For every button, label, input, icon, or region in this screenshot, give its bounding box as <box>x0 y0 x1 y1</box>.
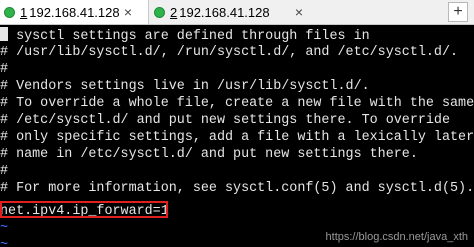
terminal-line-text: # sysctl settings are defined through fi… <box>0 29 370 44</box>
tab-session-2[interactable]: 2 192.168.41.128 × <box>150 0 310 24</box>
highlight-box <box>0 201 168 218</box>
terminal-line: # Vendors settings live in /usr/lib/sysc… <box>0 79 370 94</box>
close-tab-icon[interactable]: × <box>120 4 136 20</box>
tab-session-1[interactable]: 1 192.168.41.128 × <box>0 0 149 24</box>
terminal-line: # <box>0 62 9 77</box>
terminal-line: # only specific settings, add a file wit… <box>0 130 474 145</box>
terminal-line: # <box>0 164 9 179</box>
tab-host-label: 192.168.41.128 <box>29 4 120 20</box>
tab-host-label: 192.168.41.128 <box>179 4 270 20</box>
terminal-output[interactable]: # sysctl settings are defined through fi… <box>0 25 474 247</box>
terminal-line: # sysctl settings are defined through fi… <box>0 27 370 44</box>
terminal-line: # /usr/lib/sysctl.d/, /run/sysctl.d/, an… <box>0 45 459 60</box>
terminal-line: # name in /etc/sysctl.d/ and put new set… <box>0 147 418 162</box>
terminal-line: # /etc/sysctl.d/ and put new settings th… <box>0 113 450 128</box>
terminal-line: # For more information, see sysctl.conf(… <box>0 181 474 196</box>
terminal-window: 1 192.168.41.128 × 2 192.168.41.128 × + … <box>0 0 474 247</box>
tab-number: 1 <box>20 4 28 20</box>
terminal-line: # To override a whole file, create a new… <box>0 96 474 111</box>
close-tab-icon[interactable]: × <box>291 4 307 20</box>
tab-number: 2 <box>170 4 178 20</box>
empty-buffer-line: ~ <box>0 221 9 236</box>
connected-status-icon <box>4 6 15 18</box>
tab-bar: 1 192.168.41.128 × 2 192.168.41.128 × + <box>0 0 474 25</box>
connected-status-icon <box>154 6 165 18</box>
watermark-text: https://blog.csdn.net/java_xth <box>325 231 468 243</box>
new-tab-button[interactable]: + <box>448 2 468 22</box>
empty-buffer-line: ~ <box>0 238 9 247</box>
